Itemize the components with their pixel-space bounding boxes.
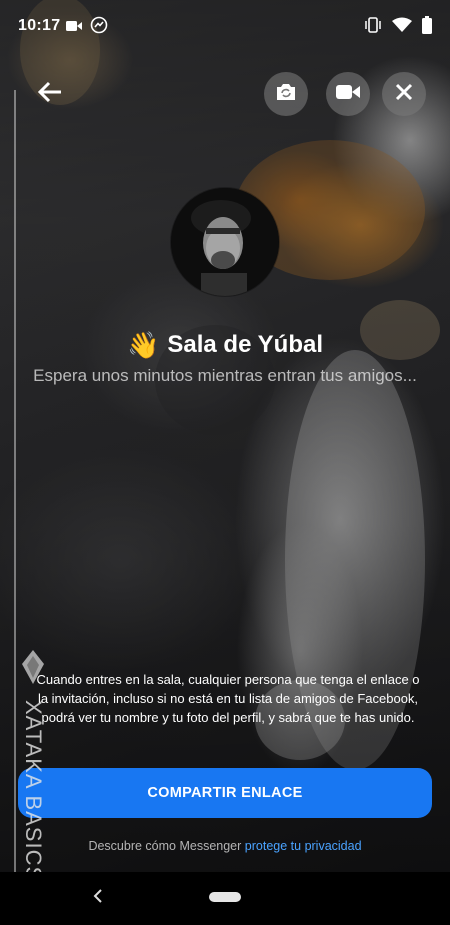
chevron-left-icon [93, 888, 103, 908]
room-title: 👋 Sala de Yúbal [0, 330, 450, 360]
privacy-text: Descubre cómo Messenger [88, 839, 242, 853]
watermark-logo-icon [20, 650, 46, 684]
video-toggle-button[interactable] [326, 72, 370, 116]
video-camera-icon [336, 84, 360, 105]
share-link-button[interactable]: COMPARTIR ENLACE [18, 768, 432, 818]
video-camera-icon [66, 19, 82, 37]
wifi-icon [392, 17, 412, 38]
battery-icon [422, 16, 432, 39]
privacy-link[interactable]: protege tu privacidad [245, 839, 362, 853]
flip-camera-button[interactable] [264, 72, 308, 116]
close-icon [395, 83, 413, 106]
back-button[interactable] [28, 72, 72, 116]
waving-hand-icon: 👋 [127, 330, 160, 360]
watermark-text: XATAKA BASICS [21, 700, 46, 883]
close-button[interactable] [382, 72, 426, 116]
status-bar: 10:17 [0, 0, 450, 54]
privacy-info: Descubre cómo Messenger protege tu priva… [0, 839, 450, 853]
back-arrow-icon [37, 80, 63, 109]
privacy-notice: Cuando entres en la sala, cualquier pers… [36, 672, 420, 725]
vibrate-icon [364, 17, 382, 38]
nav-home-button[interactable] [209, 892, 241, 902]
cat-photo-shapes [20, 0, 440, 770]
avatar [171, 188, 279, 296]
room-subtitle: Espera unos minutos mientras entran tus … [33, 366, 417, 385]
profile-photo [171, 188, 279, 296]
navigation-bar [0, 872, 450, 925]
room-name: Sala de Yúbal [167, 331, 323, 358]
messenger-icon [90, 16, 108, 39]
status-time: 10:17 [18, 17, 61, 34]
watermark-line [14, 90, 16, 905]
camera-preview-background [0, 0, 450, 872]
nav-back-button[interactable] [88, 886, 108, 910]
flip-camera-icon [275, 82, 297, 107]
